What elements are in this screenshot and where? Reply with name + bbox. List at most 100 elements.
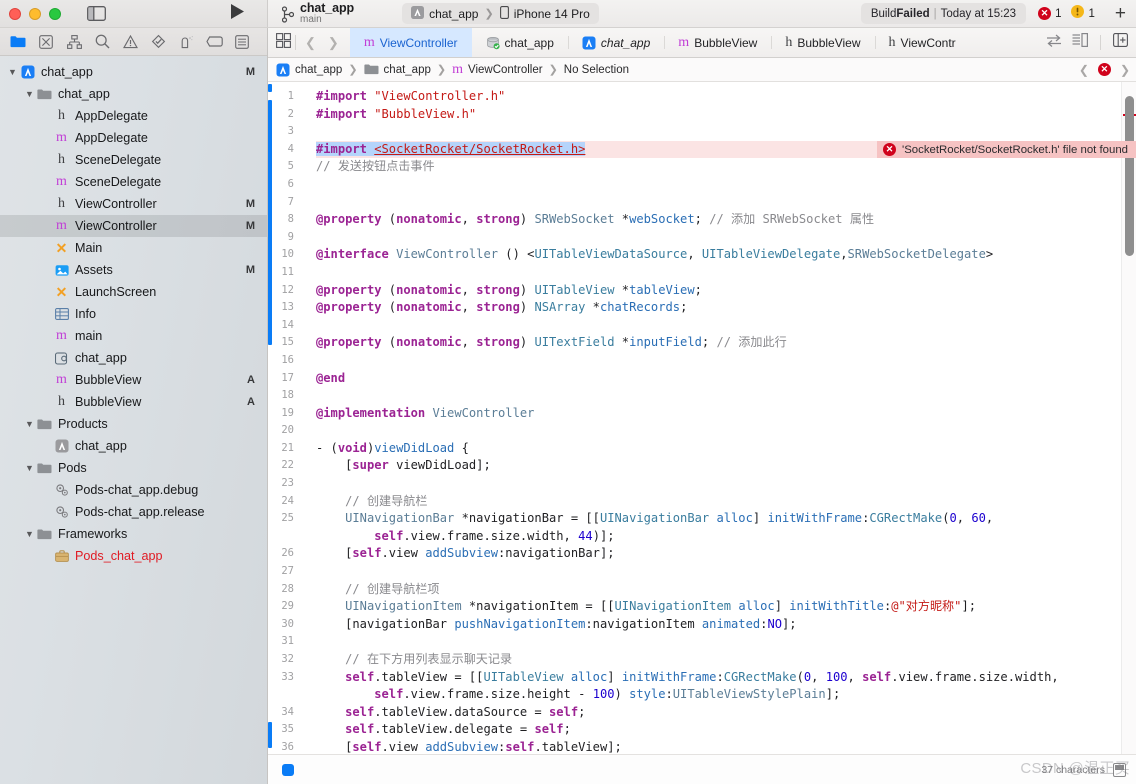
- navigator-row-chat-app[interactable]: chat_app: [0, 435, 267, 457]
- code-line[interactable]: @interface ViewController () <UITableVie…: [316, 246, 1136, 264]
- editor-tabs[interactable]: m ViewController chat_app chat_app m BubbleVi…: [349, 28, 1040, 57]
- code-line[interactable]: [316, 317, 1136, 335]
- navigator-row-frameworks[interactable]: ▼ Frameworks: [0, 523, 267, 545]
- code-line[interactable]: self.tableView.delegate = self;: [316, 721, 1136, 739]
- window-controls[interactable]: [9, 7, 61, 20]
- navigator-row-pods-chat-app-release[interactable]: Pods-chat_app.release: [0, 501, 267, 523]
- minimap-toggle-icon[interactable]: [1113, 762, 1126, 777]
- inline-error-banner[interactable]: ✕ 'SocketRocket/SocketRocket.h' file not…: [877, 140, 1136, 159]
- code-line[interactable]: self.tableView = [[UITableView alloc] in…: [316, 669, 1136, 687]
- debug-icon[interactable]: [172, 31, 200, 53]
- issue-counts[interactable]: ✕ 1 1: [1038, 4, 1101, 23]
- navigator-row-bubbleview[interactable]: m BubbleView A: [0, 369, 267, 391]
- navigator-row-pods[interactable]: ▼ Pods: [0, 457, 267, 479]
- jumpbar-segment-3[interactable]: No Selection: [564, 64, 629, 76]
- issue-navigator-badge[interactable]: ✕: [1097, 63, 1111, 76]
- tab-bubbleview[interactable]: h BubbleView: [771, 28, 874, 57]
- inspector-toggle-icon[interactable]: [1072, 33, 1089, 52]
- navigator-row-main[interactable]: ✕ Main: [0, 237, 267, 259]
- code-line[interactable]: // 在下方用列表显示聊天记录: [316, 651, 1136, 669]
- code-line[interactable]: [self.view addSubview:self.tableView];: [316, 739, 1136, 754]
- tab-bubbleview[interactable]: m BubbleView: [664, 28, 771, 57]
- test-icon[interactable]: [144, 31, 172, 53]
- code-line[interactable]: - (void)viewDidLoad {: [316, 440, 1136, 458]
- next-issue-button[interactable]: ❯: [1120, 63, 1130, 77]
- code-line[interactable]: @property (nonatomic, strong) SRWebSocke…: [316, 211, 1136, 229]
- jumpbar-segment-0[interactable]: chat_app: [276, 63, 342, 77]
- run-button[interactable]: [229, 3, 245, 25]
- search-icon[interactable]: [88, 31, 116, 53]
- code-line[interactable]: #import "BubbleView.h": [316, 106, 1136, 124]
- code-line[interactable]: [316, 123, 1136, 141]
- code-line[interactable]: UINavigationItem *navigationItem = [[UIN…: [316, 598, 1136, 616]
- navigator-row-info[interactable]: Info: [0, 303, 267, 325]
- code-line[interactable]: // 创建导航栏: [316, 493, 1136, 511]
- code-line[interactable]: [316, 229, 1136, 247]
- code-line[interactable]: [316, 176, 1136, 194]
- report-icon[interactable]: [228, 31, 256, 53]
- tab-overview-icon[interactable]: [276, 32, 291, 53]
- add-editor-button[interactable]: +: [1115, 4, 1126, 23]
- editor-vertical-scrollbar[interactable]: [1121, 82, 1136, 754]
- tab-chat_app[interactable]: chat_app: [472, 28, 568, 57]
- navigator-row-launchscreen[interactable]: ✕ LaunchScreen: [0, 281, 267, 303]
- navigator-row-viewcontroller[interactable]: m ViewController M: [0, 215, 267, 237]
- jump-bar[interactable]: chat_app ❯ chat_app ❯ m ViewController ❯ No Sel…: [268, 58, 1136, 82]
- navigator-row-chat-app[interactable]: ▼ chat_app M: [0, 61, 267, 83]
- code-line[interactable]: @property (nonatomic, strong) UITextFiel…: [316, 334, 1136, 352]
- zoom-window-button[interactable]: [49, 7, 61, 20]
- code-line[interactable]: [316, 422, 1136, 440]
- swap-editors-icon[interactable]: [1046, 34, 1062, 52]
- navigator-row-main[interactable]: m main: [0, 325, 267, 347]
- navigator-row-chat-app[interactable]: ▼ chat_app: [0, 83, 267, 105]
- source-control-icon[interactable]: [32, 31, 60, 53]
- build-status-bar[interactable]: Build Failed | Today at 15:23: [860, 3, 1027, 24]
- code-line[interactable]: self.tableView.dataSource = self;: [316, 704, 1136, 722]
- navigator-row-appdelegate[interactable]: m AppDelegate: [0, 127, 267, 149]
- hierarchy-icon[interactable]: [60, 31, 88, 53]
- code-line[interactable]: @property (nonatomic, strong) UITableVie…: [316, 282, 1136, 300]
- jumpbar-segment-1[interactable]: chat_app: [363, 63, 431, 76]
- close-window-button[interactable]: [9, 7, 21, 20]
- navigator-row-pods-chat-app-debug[interactable]: Pods-chat_app.debug: [0, 479, 267, 501]
- scheme-selector[interactable]: chat_app main: [276, 1, 360, 27]
- navigator-row-appdelegate[interactable]: h AppDelegate: [0, 105, 267, 127]
- scrollbar-thumb[interactable]: [1125, 96, 1134, 256]
- tab-chat_app[interactable]: chat_app: [567, 28, 664, 57]
- code-line[interactable]: [316, 633, 1136, 651]
- disclosure-triangle-icon[interactable]: ▼: [23, 463, 36, 473]
- code-line[interactable]: // 创建导航栏项: [316, 581, 1136, 599]
- run-destination-selector[interactable]: chat_app ❯ iPhone 14 Pro: [402, 3, 599, 24]
- navigator-row-viewcontroller[interactable]: h ViewController M: [0, 193, 267, 215]
- code-line[interactable]: UINavigationBar *navigationBar = [[UINav…: [316, 510, 1136, 528]
- navigator-row-products[interactable]: ▼ Products: [0, 413, 267, 435]
- debug-area-toggle-icon[interactable]: [282, 763, 294, 776]
- code-line[interactable]: @implementation ViewController: [316, 405, 1136, 423]
- code-line[interactable]: self.view.frame.size.width, 44)];: [316, 528, 1136, 546]
- disclosure-triangle-icon[interactable]: ▼: [23, 419, 36, 429]
- code-line[interactable]: [316, 475, 1136, 493]
- code-line[interactable]: [316, 352, 1136, 370]
- navigator-row-scenedelegate[interactable]: m SceneDelegate: [0, 171, 267, 193]
- folder-icon[interactable]: [4, 31, 32, 53]
- tab-viewcontr[interactable]: h ViewContr: [874, 28, 970, 57]
- previous-issue-button[interactable]: ❮: [1079, 63, 1089, 77]
- code-line[interactable]: [316, 387, 1136, 405]
- code-line[interactable]: [self.view addSubview:navigationBar];: [316, 545, 1136, 563]
- add-editor-icon[interactable]: [1113, 33, 1128, 52]
- disclosure-triangle-icon[interactable]: ▼: [6, 67, 19, 77]
- navigator-row-bubbleview[interactable]: h BubbleView A: [0, 391, 267, 413]
- code-line[interactable]: self.view.frame.size.height - 100) style…: [316, 686, 1136, 704]
- warning-icon[interactable]: [116, 31, 144, 53]
- code-line[interactable]: [316, 563, 1136, 581]
- navigator-row-assets[interactable]: Assets M: [0, 259, 267, 281]
- navigator-row-chat-app[interactable]: chat_app: [0, 347, 267, 369]
- code-line[interactable]: @property (nonatomic, strong) NSArray *c…: [316, 299, 1136, 317]
- code-line[interactable]: [navigationBar pushNavigationItem:naviga…: [316, 616, 1136, 634]
- disclosure-triangle-icon[interactable]: ▼: [23, 89, 36, 99]
- go-back-button[interactable]: ❮: [300, 35, 321, 51]
- jumpbar-segment-2[interactable]: m ViewController: [452, 62, 542, 78]
- minimize-window-button[interactable]: [29, 7, 41, 20]
- breakpoint-icon[interactable]: [200, 31, 228, 53]
- go-forward-button[interactable]: ❯: [323, 35, 344, 51]
